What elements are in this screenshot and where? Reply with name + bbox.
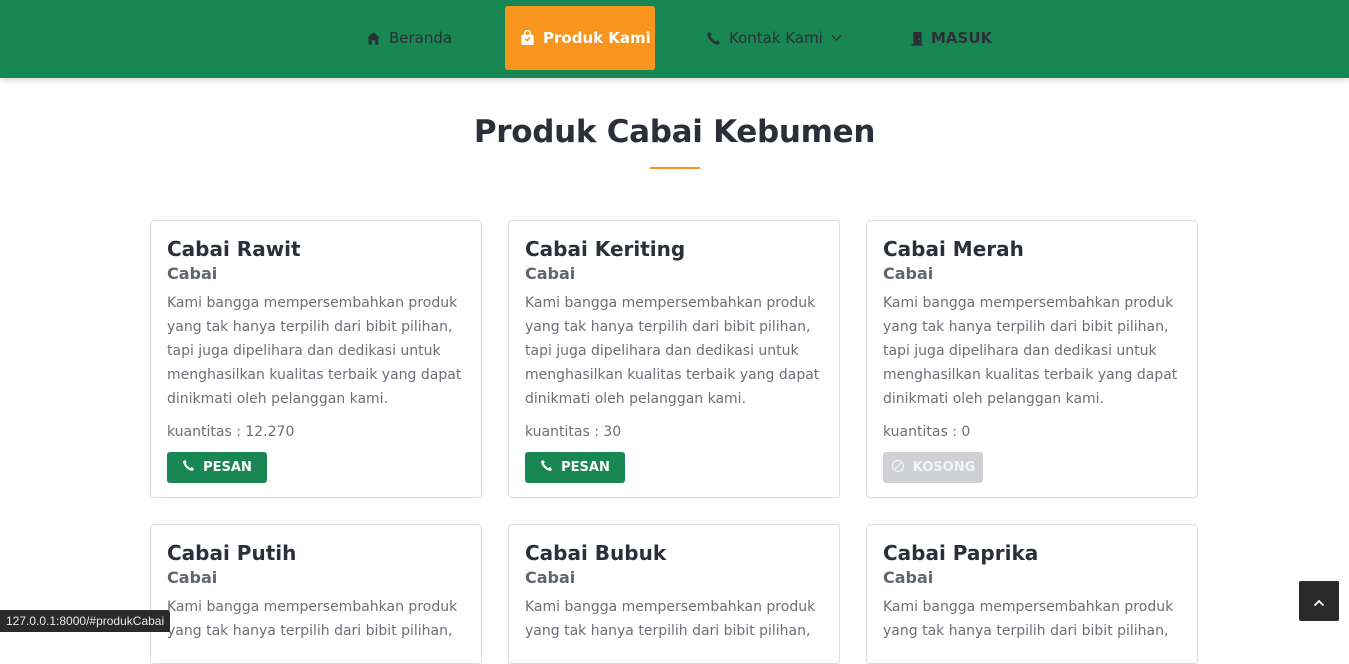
- title-underline: [650, 167, 700, 169]
- out-of-stock-label: KOSONG: [912, 460, 976, 475]
- phone-icon: [182, 459, 195, 476]
- product-description: Kami bangga mempersembahkan produk yang …: [525, 295, 820, 407]
- product-category: Cabai: [883, 568, 934, 587]
- out-of-stock-button: KOSONG: [883, 452, 983, 483]
- product-category: Cabai: [525, 568, 576, 587]
- product-quantity: kuantitas : 0: [883, 424, 971, 440]
- status-bar-url: 127.0.0.1:8000/#produkCabai: [0, 610, 171, 632]
- home-icon: [366, 31, 381, 46]
- product-name: Cabai Keriting: [525, 237, 686, 261]
- order-button[interactable]: PESAN: [167, 452, 267, 483]
- bag-icon: [520, 30, 535, 46]
- back-to-top-button[interactable]: [1299, 581, 1339, 621]
- door-icon: [911, 31, 923, 46]
- product-card: Cabai Bubuk Cabai Kami bangga mempersemb…: [508, 524, 840, 664]
- nav-item-label: Produk Kami: [543, 29, 651, 47]
- product-card: Cabai Paprika Cabai Kami bangga memperse…: [866, 524, 1198, 664]
- nav-item-masuk[interactable]: MASUK: [911, 6, 992, 70]
- product-description: Kami bangga mempersembahkan produk yang …: [167, 599, 458, 639]
- nav-item-label: Beranda: [389, 29, 453, 47]
- product-description: Kami bangga mempersembahkan produk yang …: [525, 599, 816, 639]
- product-name: Cabai Paprika: [883, 541, 1039, 565]
- ban-icon: [891, 459, 905, 477]
- nav-item-kontak-kami[interactable]: Kontak Kami: [706, 6, 842, 70]
- product-category: Cabai: [525, 264, 576, 283]
- product-name: Cabai Bubuk: [525, 541, 667, 565]
- nav-item-beranda[interactable]: Beranda: [366, 6, 452, 70]
- product-card: Cabai Rawit Cabai Kami bangga mempersemb…: [150, 220, 482, 498]
- nav-item-label: MASUK: [931, 29, 993, 47]
- product-name: Cabai Putih: [167, 541, 297, 565]
- product-category: Cabai: [167, 264, 218, 283]
- product-name: Cabai Rawit: [167, 237, 301, 261]
- product-card: Cabai Keriting Cabai Kami bangga mempers…: [508, 220, 840, 498]
- nav-item-produk-kami[interactable]: Produk Kami: [505, 6, 655, 70]
- product-card: Cabai Merah Cabai Kami bangga mempersemb…: [866, 220, 1198, 498]
- product-category: Cabai: [883, 264, 934, 283]
- product-category: Cabai: [167, 568, 218, 587]
- nav-item-label: Kontak Kami: [729, 29, 823, 47]
- product-quantity: kuantitas : 30: [525, 424, 622, 440]
- product-card: Cabai Putih Cabai Kami bangga mempersemb…: [150, 524, 482, 664]
- product-name: Cabai Merah: [883, 237, 1024, 261]
- order-button-label: PESAN: [561, 460, 610, 475]
- product-quantity: kuantitas : 12.270: [167, 424, 295, 440]
- phone-icon: [706, 31, 721, 46]
- order-button-label: PESAN: [203, 460, 252, 475]
- product-description: Kami bangga mempersembahkan produk yang …: [883, 599, 1174, 639]
- navbar: Beranda Produk Kami Kontak Kami MASUK: [0, 0, 1349, 78]
- product-description: Kami bangga mempersembahkan produk yang …: [167, 295, 462, 407]
- chevron-up-icon: [1313, 592, 1325, 611]
- order-button[interactable]: PESAN: [525, 452, 625, 483]
- product-description: Kami bangga mempersembahkan produk yang …: [883, 295, 1178, 407]
- section-title: Produk Cabai Kebumen: [473, 114, 876, 150]
- chevron-down-icon: [831, 34, 842, 42]
- phone-icon: [540, 459, 553, 476]
